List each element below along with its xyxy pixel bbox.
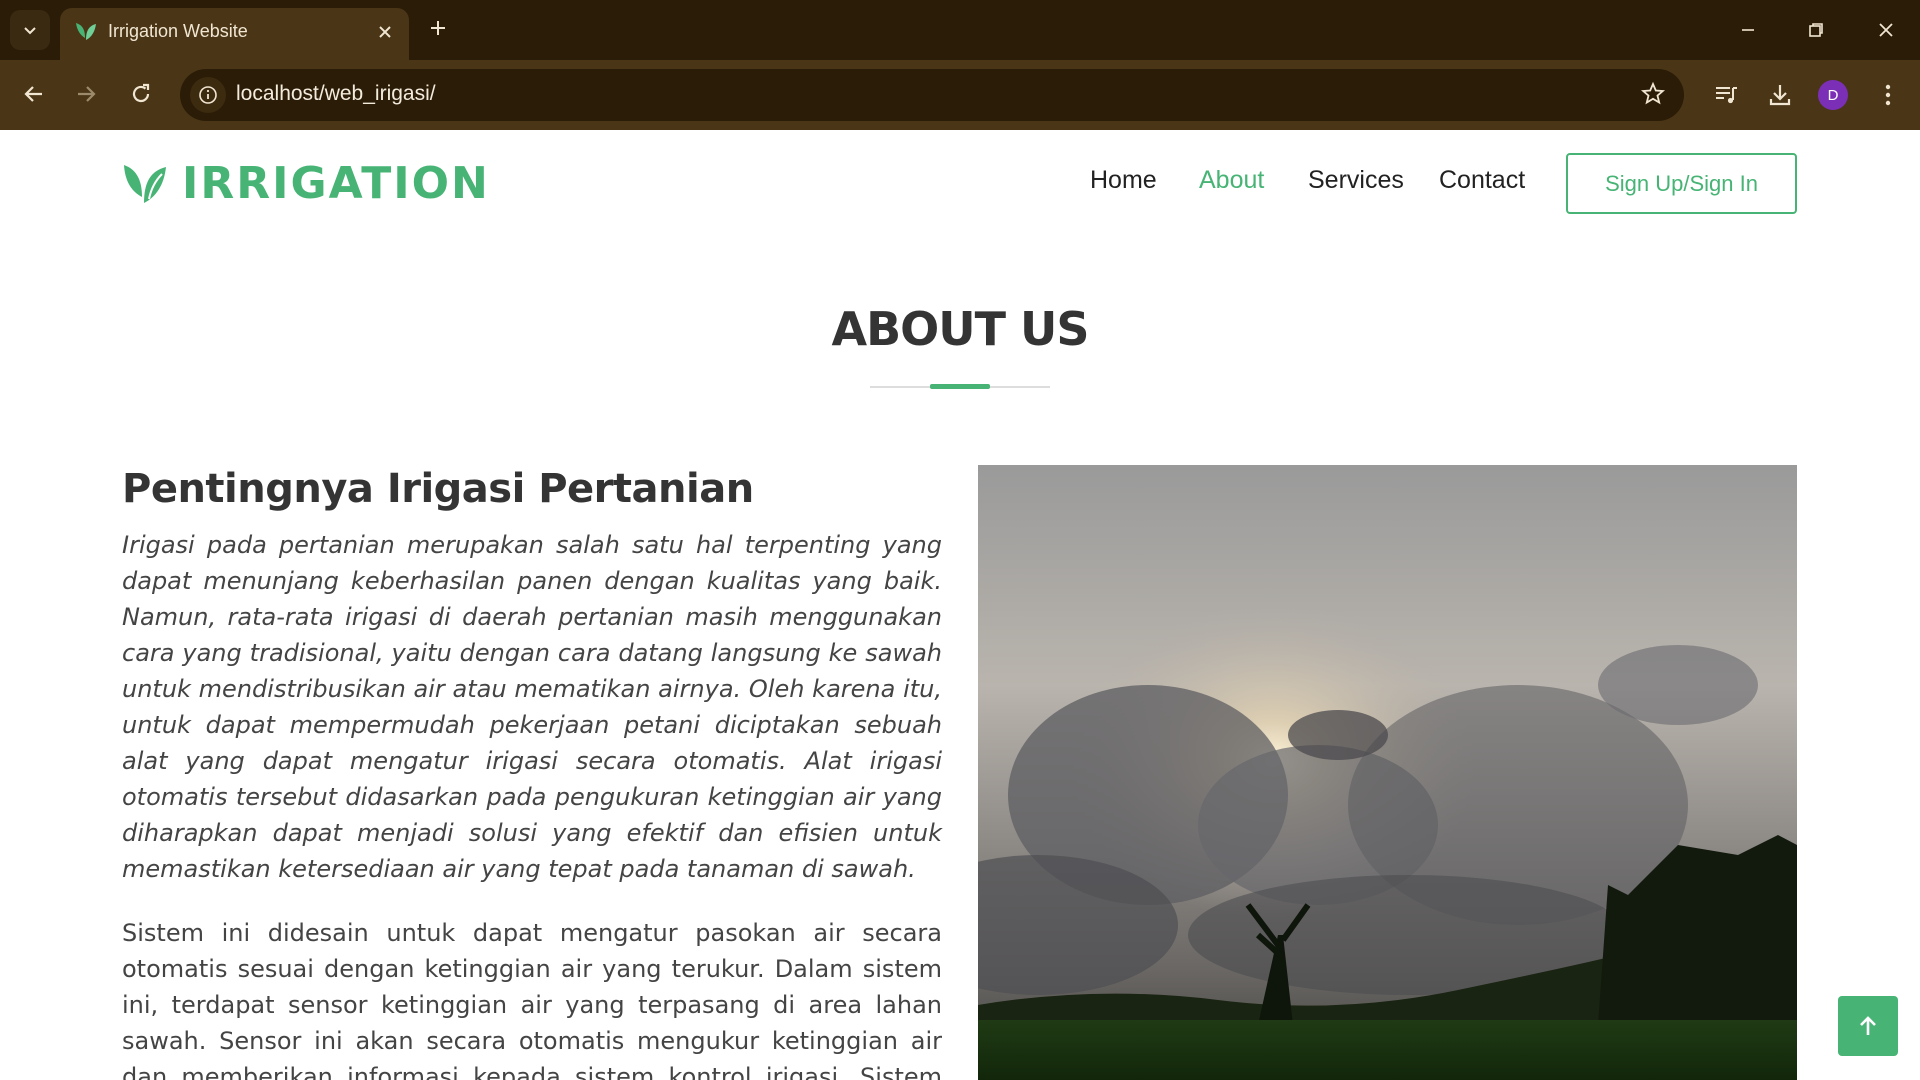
minimize-button[interactable]	[1728, 10, 1768, 50]
browser-toolbar: localhost/web_irigasi/ D	[0, 60, 1920, 130]
chevron-down-icon	[24, 27, 36, 35]
about-body-paragraph: Sistem ini didesain untuk dapat mengatur…	[122, 919, 942, 1080]
browser-menu-button[interactable]	[1868, 75, 1908, 115]
forward-button[interactable]	[66, 74, 106, 114]
arrow-right-icon	[78, 86, 96, 102]
bookmark-star-icon[interactable]	[1640, 81, 1666, 111]
downloads-button[interactable]	[1760, 75, 1800, 115]
restore-icon	[1809, 23, 1823, 37]
close-window-button[interactable]	[1866, 10, 1906, 50]
leaf-favicon-icon	[74, 20, 98, 48]
reload-button[interactable]	[121, 74, 161, 114]
browser-tab[interactable]: Irrigation Website	[60, 8, 409, 60]
nav-services[interactable]: Services	[1308, 166, 1404, 195]
sign-in-button[interactable]: Sign Up/Sign In	[1566, 153, 1797, 214]
arrow-left-icon	[24, 86, 42, 102]
site-info-button[interactable]	[190, 77, 226, 113]
close-tab-icon[interactable]	[373, 20, 397, 44]
back-to-top-button[interactable]	[1838, 996, 1898, 1056]
about-subtitle: Pentingnya Irigasi Pertanian	[122, 466, 754, 512]
plus-icon	[431, 21, 445, 35]
media-control-button[interactable]	[1706, 75, 1746, 115]
logo-text: IRRIGATION	[182, 158, 490, 209]
web-page: IRRIGATION Home About Services Contact S…	[0, 130, 1920, 1080]
minimize-icon	[1742, 29, 1754, 31]
rice-field-sunset-photo	[978, 465, 1797, 1080]
nav-contact[interactable]: Contact	[1439, 166, 1525, 195]
about-intro-paragraph: Irigasi pada pertanian merupakan salah s…	[122, 531, 942, 883]
tab-title: Irrigation Website	[108, 21, 248, 41]
restore-button[interactable]	[1796, 10, 1836, 50]
tab-search-button[interactable]	[10, 10, 50, 50]
download-icon	[1769, 85, 1791, 106]
nav-home[interactable]: Home	[1090, 166, 1157, 195]
url-text[interactable]: localhost/web_irigasi/	[236, 82, 436, 106]
playlist-icon	[1716, 87, 1737, 104]
new-tab-button[interactable]	[423, 13, 453, 43]
address-bar[interactable]: localhost/web_irigasi/	[180, 69, 1684, 121]
browser-tab-bar: Irrigation Website	[0, 0, 1920, 60]
reload-icon	[132, 83, 150, 103]
more-vertical-icon	[1885, 84, 1891, 106]
close-icon	[1879, 23, 1893, 37]
leaf-logo-icon	[124, 164, 166, 203]
profile-avatar[interactable]: D	[1818, 80, 1848, 110]
nav-about[interactable]: About	[1199, 166, 1264, 195]
back-button[interactable]	[14, 74, 54, 114]
title-divider-accent	[930, 384, 990, 389]
arrow-up-icon	[1860, 1016, 1876, 1035]
site-logo[interactable]: IRRIGATION	[122, 158, 490, 209]
info-icon	[199, 86, 217, 104]
section-title: ABOUT US	[831, 302, 1090, 356]
